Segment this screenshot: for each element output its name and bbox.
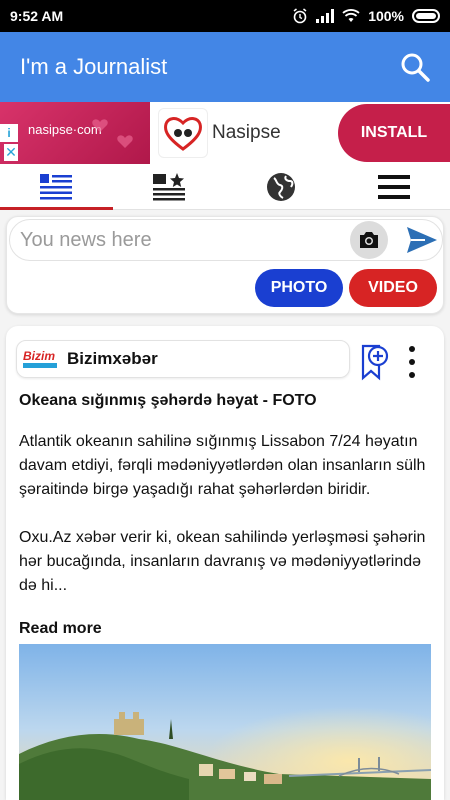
article-body: Atlantik okeanın sahilinə sığınmış Lissa… — [19, 430, 429, 622]
tab-featured[interactable] — [113, 164, 226, 209]
hamburger-icon — [377, 174, 410, 199]
ad-info-icon[interactable]: i — [0, 124, 18, 142]
article-paragraph: Oxu.Az xəbər verir ki, okean sahilində y… — [19, 529, 426, 594]
app-title: I'm a Journalist — [20, 54, 168, 79]
heart-birds-icon — [164, 117, 202, 151]
send-icon — [407, 227, 437, 253]
article-card: Bizim Bizimxəbər Okeana sığınmış şəhərdə… — [6, 326, 444, 800]
alarm-icon — [293, 8, 307, 24]
article-headline[interactable]: Okeana sığınmış şəhərdə həyat - FOTO — [19, 392, 429, 410]
search-icon[interactable] — [400, 52, 430, 82]
lisbon-photo — [19, 644, 431, 800]
globe-icon — [267, 172, 296, 201]
status-time: 9:52 AM — [10, 8, 64, 24]
app-bar: I'm a Journalist — [0, 32, 450, 102]
video-button[interactable]: VIDEO — [349, 269, 437, 307]
battery-icon — [412, 9, 440, 23]
ad-banner[interactable]: i ✕ nasipse·com Nasipse INSTALL — [0, 102, 450, 164]
article-paragraph: Atlantik okeanın sahilinə sığınmış Lissa… — [19, 433, 426, 498]
camera-icon — [360, 232, 378, 248]
ad-app-logo[interactable] — [158, 108, 208, 158]
star-list-icon — [152, 172, 185, 200]
camera-button[interactable] — [350, 221, 388, 259]
hearts-decoration — [92, 119, 133, 148]
ad-image[interactable]: i ✕ nasipse·com — [0, 102, 150, 164]
status-bar: 9:52 AM 100% — [0, 0, 450, 32]
tab-world[interactable] — [225, 164, 338, 209]
photo-button[interactable]: PHOTO — [255, 269, 343, 307]
signal-icon — [316, 9, 335, 23]
more-options-icon[interactable] — [404, 346, 420, 378]
send-button[interactable] — [405, 223, 439, 257]
bookmark-add-icon[interactable] — [361, 344, 389, 382]
article-image[interactable] — [19, 644, 431, 800]
news-composer: PHOTO VIDEO — [6, 216, 444, 314]
battery-percent: 100% — [368, 8, 404, 24]
install-button[interactable]: INSTALL — [338, 104, 450, 162]
list-icon — [40, 173, 73, 199]
ad-close-icon[interactable]: ✕ — [4, 144, 18, 161]
source-pill[interactable]: Bizim Bizimxəbər — [16, 340, 350, 378]
tab-news-feed[interactable] — [0, 164, 113, 210]
tab-bar — [0, 164, 450, 210]
status-icons: 100% — [292, 8, 440, 24]
source-logo-text: Bizim — [23, 349, 56, 363]
ad-app-name: Nasipse — [212, 122, 281, 143]
wifi-icon — [342, 9, 360, 22]
read-more-link[interactable]: Read more — [19, 620, 102, 638]
source-logo: Bizim — [23, 347, 61, 371]
tab-menu[interactable] — [338, 164, 450, 209]
source-name: Bizimxəbər — [67, 349, 158, 368]
